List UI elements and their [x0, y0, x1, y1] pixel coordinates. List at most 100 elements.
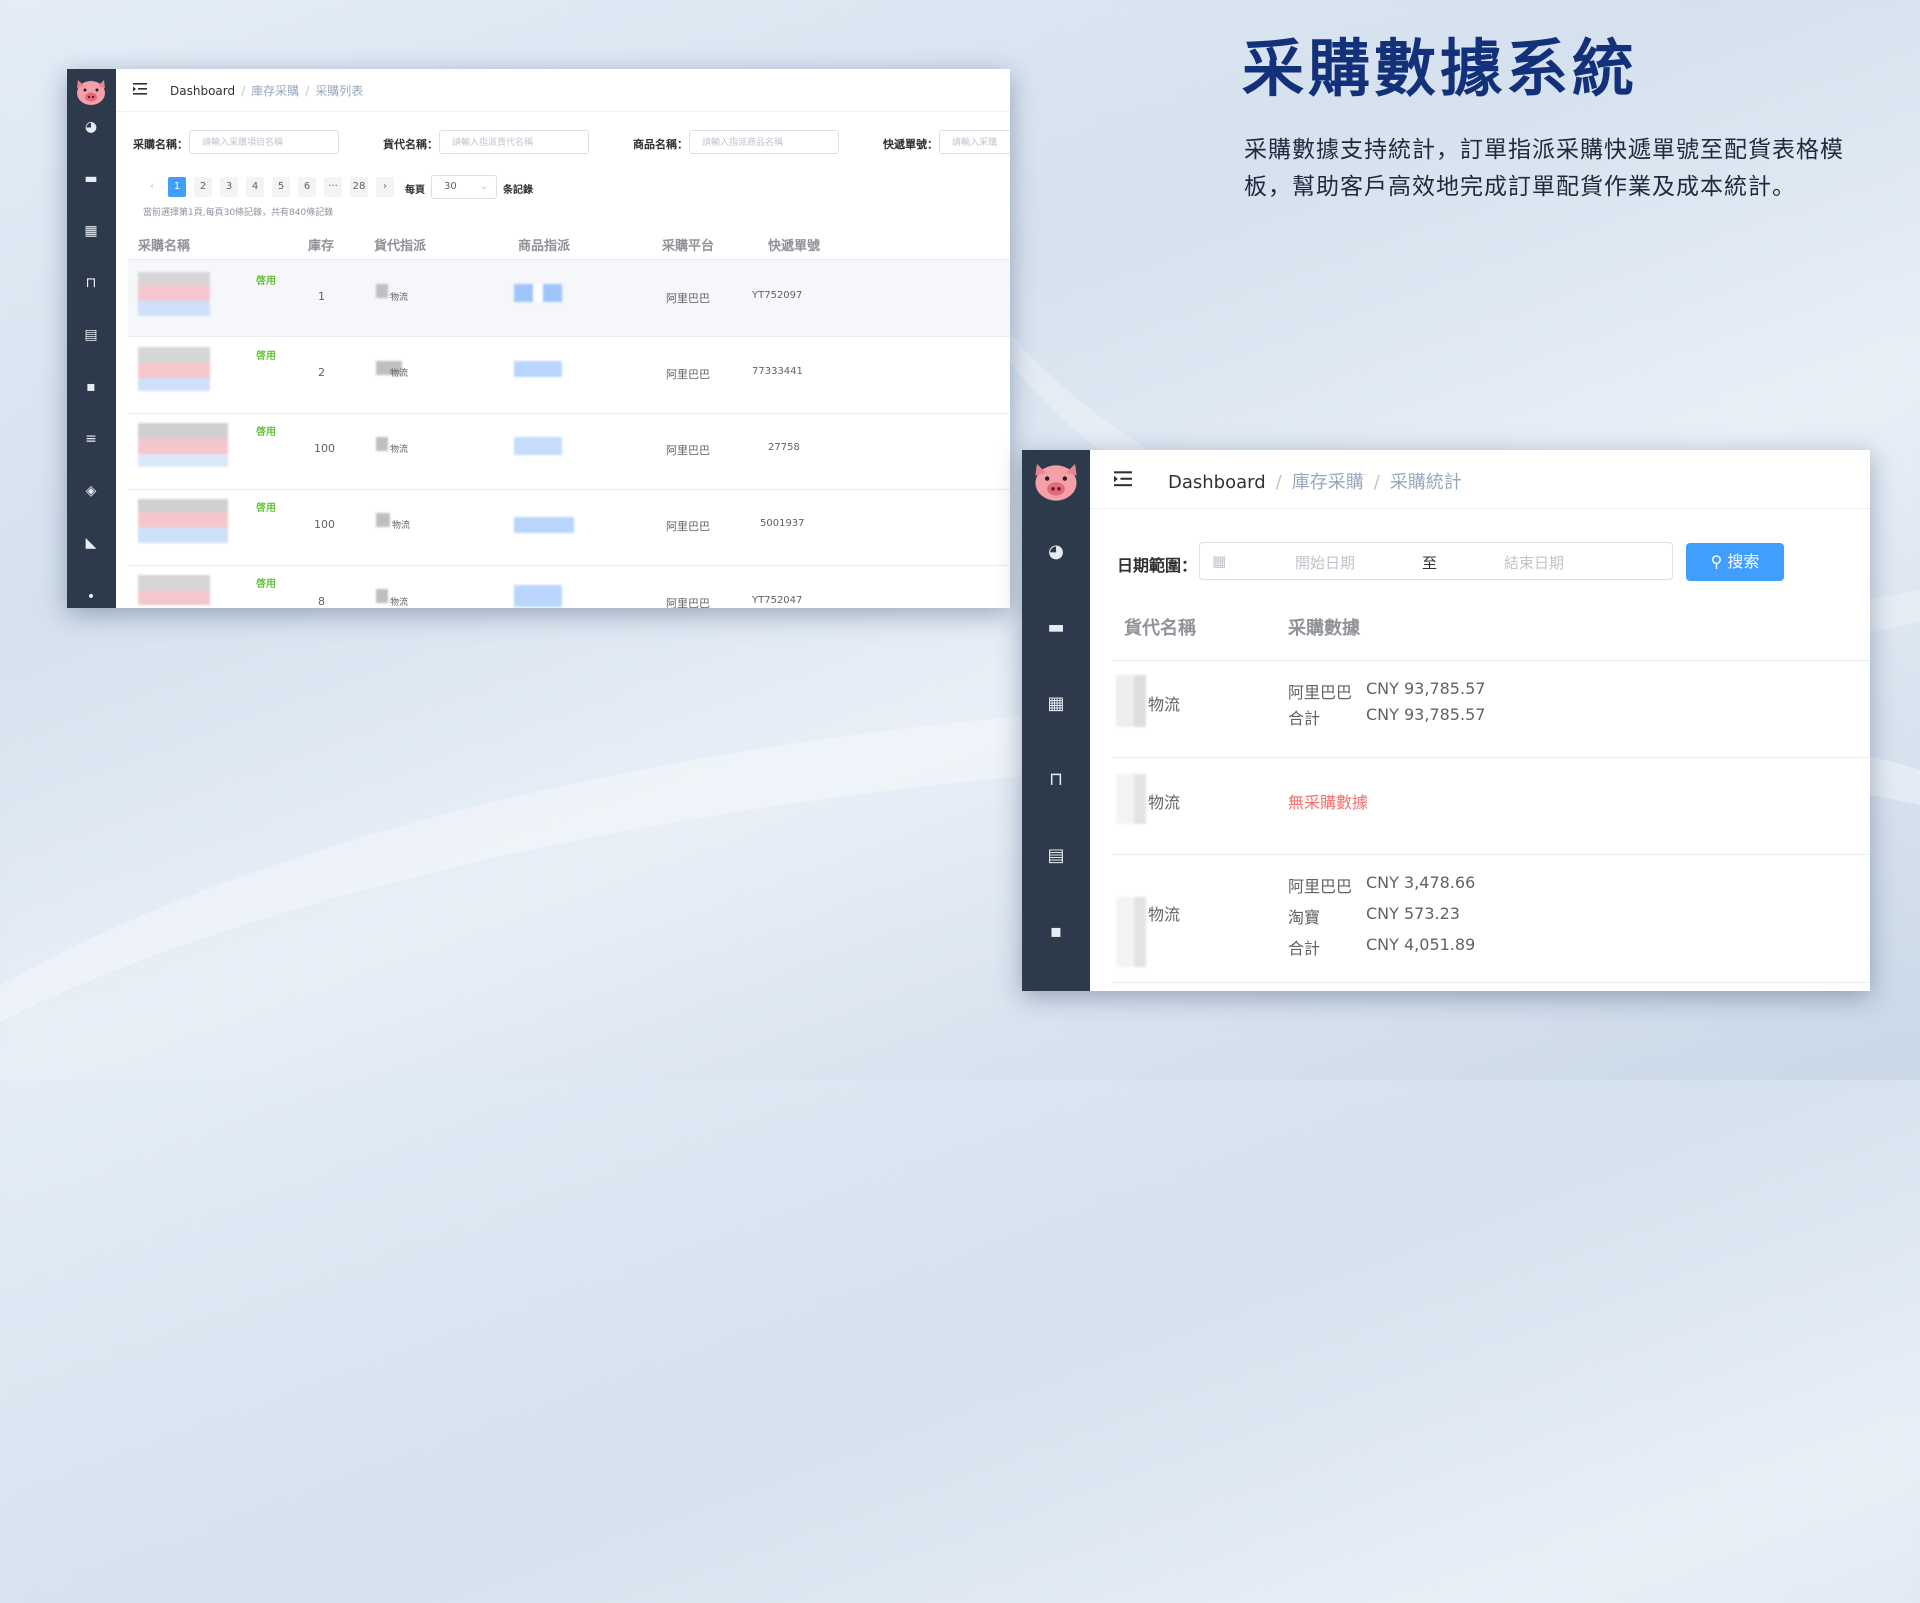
- message-icon[interactable]: ▪: [83, 380, 99, 394]
- megaphone-icon[interactable]: ◣: [83, 536, 99, 550]
- pig-logo-icon: [1035, 463, 1077, 501]
- status-badge: 啓用: [256, 276, 276, 287]
- platform-value: 阿里巴巴: [666, 520, 710, 533]
- page-description: 采購數據支持統計，訂單指派采購快遞單號至配貨表格模板，幫助客戶高效地完成訂單配貨…: [1244, 137, 1844, 200]
- breadcrumb-current: 采購列表: [315, 84, 364, 98]
- shopping-bag-icon[interactable]: ⊓: [83, 276, 99, 290]
- table-row[interactable]: 啓用 8 物流 阿里巴巴 YT752047: [128, 565, 1010, 608]
- product-thumbnail: [514, 361, 562, 377]
- table-row[interactable]: 物流 阿里巴巴 CNY 93,785.57 合計 CNY 93,785.57: [1112, 661, 1870, 758]
- page-button[interactable]: 4: [246, 177, 264, 197]
- breadcrumb-inventory[interactable]: 庫存采購: [1292, 472, 1364, 493]
- top-bar: Dashboard / 庫存采購 / 采購列表: [116, 69, 1010, 112]
- breadcrumb-current: 采購統計: [1389, 472, 1462, 493]
- platform-label: 阿里巴巴: [1288, 683, 1353, 702]
- menu-fold-icon[interactable]: [133, 82, 147, 96]
- status-badge: 啓用: [256, 351, 276, 362]
- tracking-number-input[interactable]: 請輸入采購: [939, 130, 1010, 154]
- end-date-input[interactable]: 結束日期: [1504, 552, 1564, 573]
- col-purchase-name: 采購名稱: [138, 239, 191, 254]
- breadcrumb: Dashboard / 庫存采購 / 采購列表: [170, 84, 364, 98]
- shopping-bag-icon[interactable]: ⊓: [1046, 770, 1066, 790]
- grid-icon[interactable]: ▦: [83, 224, 99, 238]
- redacted-block: [376, 437, 388, 451]
- table-row[interactable]: 啓用 1 物流 阿里巴巴 YT752097: [128, 260, 1010, 337]
- pig-logo-icon: [77, 80, 105, 105]
- product-thumbnail: [138, 423, 228, 467]
- platform-label: 淘寶: [1288, 908, 1321, 927]
- platform-value: 阿里巴巴: [666, 597, 710, 608]
- forwarder-value: 物流: [390, 369, 409, 379]
- menu-fold-icon[interactable]: [1113, 470, 1133, 488]
- date-range-picker[interactable]: ▦ 開始日期 至 結束日期: [1199, 542, 1673, 580]
- product-name-input[interactable]: 請輸入指派商品名稱: [689, 130, 839, 154]
- records-label: 条記錄: [503, 185, 533, 196]
- table-header: 貨代名稱 采購數據: [1112, 600, 1870, 661]
- breadcrumb-inventory[interactable]: 庫存采購: [251, 84, 299, 98]
- breadcrumb-dashboard[interactable]: Dashboard: [170, 84, 235, 98]
- product-thumbnail: [138, 347, 210, 391]
- col-forwarder: 貨代指派: [374, 239, 427, 254]
- forwarder-value: 物流: [390, 598, 409, 608]
- dashboard-icon[interactable]: ◕: [1046, 542, 1066, 562]
- inbox-icon[interactable]: ▬: [1046, 618, 1066, 638]
- forwarder-name-input[interactable]: 請輸入指派貨代名稱: [439, 130, 589, 154]
- product-thumbnail: [514, 437, 562, 455]
- dashboard-icon[interactable]: ◕: [83, 120, 99, 134]
- table-row[interactable]: 物流 阿里巴巴 CNY 3,478.66 淘寶 CNY 573.23 合計 CN…: [1112, 855, 1870, 983]
- per-page-select[interactable]: 30 ⌄: [431, 175, 497, 199]
- filter-label: 快遞單號：: [883, 138, 938, 151]
- more-icon[interactable]: •: [83, 590, 99, 604]
- inbox-icon[interactable]: ▬: [83, 172, 99, 186]
- breadcrumb: Dashboard / 庫存采購 / 采購統計: [1168, 472, 1462, 493]
- product-thumbnail: [138, 499, 228, 543]
- col-tracking: 快遞單號: [768, 239, 821, 254]
- grid-icon[interactable]: ▦: [1046, 694, 1066, 714]
- forwarder-name: 物流: [1148, 793, 1181, 812]
- next-page-icon[interactable]: ›: [376, 177, 394, 197]
- col-stock: 庫存: [308, 239, 335, 254]
- product-thumbnail: [514, 517, 574, 533]
- page-button[interactable]: 6: [298, 177, 316, 197]
- box-icon[interactable]: ◈: [83, 484, 99, 498]
- breadcrumb-dashboard[interactable]: Dashboard: [1168, 472, 1266, 493]
- page-button[interactable]: 3: [220, 177, 238, 197]
- page-button[interactable]: 1: [168, 177, 186, 197]
- pagination-summary: 當前選擇第1頁,每頁30條記錄，共有840條記錄: [143, 208, 334, 218]
- list-icon[interactable]: ≡: [83, 432, 99, 446]
- filter-bar: 采購名稱： 請輸入采購項目名稱 貨代名稱： 請輸入指派貨代名稱 商品名稱： 請輸…: [133, 130, 1010, 156]
- prev-page-icon[interactable]: ‹: [143, 177, 161, 197]
- stock-value: 100: [314, 518, 335, 531]
- table-row[interactable]: 啓用 2 物流 阿里巴巴 77333441: [128, 337, 1010, 414]
- clipboard-icon[interactable]: ▤: [1046, 846, 1066, 866]
- table-row[interactable]: 物流 無采購數據: [1112, 758, 1870, 855]
- col-purchase-data: 采購數據: [1288, 618, 1360, 639]
- filter-label: 采購名稱：: [133, 138, 188, 151]
- headline: 采購數據系統 采購數據支持統計，訂單指派采購快遞單號至配貨表格模板，幫助客戶高效…: [1242, 18, 1882, 206]
- message-icon[interactable]: ▪: [1046, 922, 1066, 942]
- status-badge: 啓用: [256, 427, 276, 438]
- platform-value: 阿里巴巴: [666, 368, 710, 381]
- redacted-block: [1116, 675, 1146, 727]
- stock-value: 8: [318, 595, 325, 608]
- sidebar: ◕ ▬ ▦ ⊓ ▤ ▪: [1022, 450, 1090, 991]
- stock-value: 2: [318, 366, 325, 379]
- clipboard-icon[interactable]: ▤: [83, 328, 99, 342]
- page-button[interactable]: 28: [350, 177, 368, 197]
- top-bar: Dashboard / 庫存采購 / 采購統計: [1090, 450, 1870, 509]
- total-value: CNY 93,785.57: [1366, 705, 1486, 724]
- search-button[interactable]: ⚲ 搜索: [1686, 543, 1784, 581]
- page-ellipsis[interactable]: ···: [324, 177, 342, 197]
- product-thumbnail: [138, 575, 210, 605]
- table-row[interactable]: 啓用 100 物流 阿里巴巴 5001937: [128, 489, 1010, 566]
- start-date-input[interactable]: 開始日期: [1295, 552, 1355, 573]
- page-button[interactable]: 5: [272, 177, 290, 197]
- page-button[interactable]: 2: [194, 177, 212, 197]
- col-product: 商品指派: [518, 239, 571, 254]
- purchase-stats-screenshot: ◕ ▬ ▦ ⊓ ▤ ▪ Dashboard / 庫存采購 / 采購統計 日期範圍： ▦ …: [1022, 450, 1870, 991]
- purchase-name-input[interactable]: 請輸入采購項目名稱: [189, 130, 339, 154]
- product-thumbnail: [138, 272, 210, 316]
- forwarder-name: 物流: [1148, 905, 1181, 924]
- page-title: 采購數據系統: [1242, 32, 1639, 105]
- table-row[interactable]: 啓用 100 物流 阿里巴巴 27758: [128, 413, 1010, 490]
